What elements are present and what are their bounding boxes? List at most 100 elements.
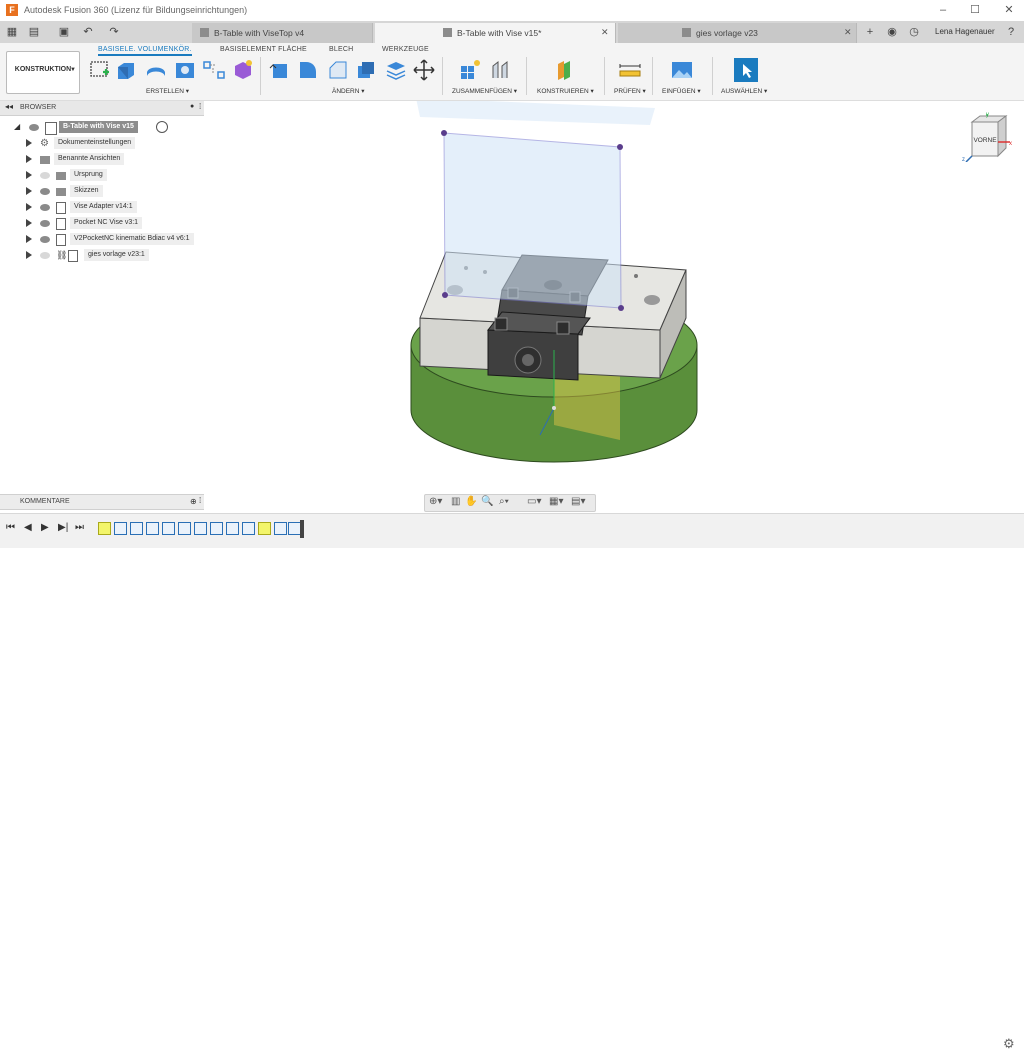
- expand-arrow-icon[interactable]: [26, 203, 32, 211]
- timeline-feature[interactable]: [242, 522, 255, 535]
- group-modify-label[interactable]: ÄNDERN ▾: [332, 87, 365, 95]
- plane-corner-point[interactable]: [442, 292, 448, 298]
- browser-item[interactable]: Pocket NC Vise v3:1: [26, 217, 204, 231]
- look-at-icon[interactable]: ▥: [451, 496, 460, 507]
- measure-icon[interactable]: [618, 58, 642, 82]
- browser-item[interactable]: Ursprung: [26, 169, 204, 183]
- timeline-feature[interactable]: [258, 522, 271, 535]
- visibility-eye-icon[interactable]: [40, 204, 50, 211]
- add-comment-icon[interactable]: ⊕: [190, 497, 197, 506]
- browser-header[interactable]: ◂◂ BROWSER ● ⁞: [0, 101, 204, 116]
- display-settings-icon[interactable]: ▭▾: [527, 496, 541, 507]
- 3d-viewport[interactable]: [205, 101, 1024, 513]
- timeline-feature[interactable]: [98, 522, 111, 535]
- undo-icon[interactable]: ↶: [80, 24, 96, 40]
- group-construct-label[interactable]: KONSTRUIEREN ▾: [537, 87, 594, 95]
- hole-icon[interactable]: [173, 58, 197, 82]
- form-icon[interactable]: [231, 58, 255, 82]
- revolve-icon[interactable]: [144, 58, 168, 82]
- maximize-button[interactable]: ☐: [960, 2, 990, 19]
- tab-sheet-metal[interactable]: BLECH: [329, 46, 353, 53]
- timeline-feature[interactable]: [162, 522, 175, 535]
- close-tab-icon[interactable]: ✕: [601, 27, 609, 38]
- insert-image-icon[interactable]: [670, 58, 694, 82]
- comments-panel-header[interactable]: KOMMENTARE ⊕ ⁞: [0, 494, 204, 510]
- sketch-plane[interactable]: [443, 132, 622, 309]
- plane-corner-point[interactable]: [617, 144, 623, 150]
- grid-menu-icon[interactable]: ▦: [4, 24, 20, 40]
- panel-handle-icon[interactable]: ⁞: [199, 102, 201, 111]
- visibility-eye-icon[interactable]: [40, 252, 50, 259]
- browser-item[interactable]: Skizzen: [26, 185, 204, 199]
- offset-plane-icon[interactable]: [554, 58, 578, 82]
- move-icon[interactable]: [412, 58, 436, 82]
- create-sketch-icon[interactable]: [88, 58, 112, 82]
- play-icon[interactable]: ▶: [41, 522, 49, 533]
- browser-item[interactable]: Benannte Ansichten: [26, 153, 204, 167]
- group-inspect-label[interactable]: PRÜFEN ▾: [614, 87, 646, 95]
- expand-arrow-icon[interactable]: [26, 139, 32, 147]
- new-component-icon[interactable]: [458, 58, 482, 82]
- expand-arrow-icon[interactable]: [26, 235, 32, 243]
- timeline-feature[interactable]: [130, 522, 143, 535]
- group-select-label[interactable]: AUSWÄHLEN ▾: [721, 87, 767, 95]
- expand-arrow-icon[interactable]: [26, 171, 32, 179]
- activate-radio-icon[interactable]: [156, 121, 168, 133]
- group-create-label[interactable]: ERSTELLEN ▾: [146, 87, 189, 95]
- panel-handle-icon[interactable]: ⁞: [199, 496, 201, 505]
- visibility-eye-icon[interactable]: [40, 172, 50, 179]
- minimize-button[interactable]: –: [928, 2, 958, 19]
- zoom-icon[interactable]: 🔍: [481, 496, 493, 507]
- expand-arrow-icon[interactable]: [26, 251, 32, 259]
- step-forward-icon[interactable]: ▶|: [58, 522, 68, 533]
- browser-item[interactable]: Vise Adapter v14:1: [26, 201, 204, 215]
- browser-item[interactable]: ⛓ gies vorlage v23:1: [26, 249, 204, 263]
- tab-surface[interactable]: BASISELEMENT FLÄCHE: [220, 46, 307, 53]
- timeline-feature[interactable]: [114, 522, 127, 535]
- redo-icon[interactable]: ↷: [106, 24, 122, 40]
- combine-icon[interactable]: [384, 58, 408, 82]
- collapse-icon[interactable]: ◂◂: [5, 102, 13, 111]
- timeline-feature[interactable]: [194, 522, 207, 535]
- doc-tab-vise-top[interactable]: B-Table with ViseTop v4: [192, 23, 373, 43]
- step-back-icon[interactable]: ◀: [24, 522, 32, 533]
- job-status-icon[interactable]: ◷: [906, 24, 922, 40]
- tab-solid[interactable]: BASISELE. VOLUMENKÖR.: [98, 46, 192, 56]
- extrude-icon[interactable]: [114, 58, 138, 82]
- timeline-marker[interactable]: [300, 520, 304, 538]
- doc-tab-gies[interactable]: gies vorlage v23 ✕: [618, 23, 857, 43]
- pin-icon[interactable]: ●: [190, 103, 194, 110]
- group-assemble-label[interactable]: ZUSAMMENFÜGEN ▾: [452, 87, 517, 95]
- fit-zoom-icon[interactable]: ⌕▾: [499, 496, 509, 507]
- timeline-feature[interactable]: [210, 522, 223, 535]
- shell-icon[interactable]: [354, 58, 378, 82]
- plane-corner-point[interactable]: [441, 130, 447, 136]
- expand-arrow-icon[interactable]: [26, 187, 32, 195]
- visibility-eye-icon[interactable]: [40, 188, 50, 195]
- joint-icon[interactable]: [488, 58, 512, 82]
- extensions-icon[interactable]: ◉: [884, 24, 900, 40]
- viewports-icon[interactable]: ▤▾: [571, 496, 585, 507]
- doc-tab-vise[interactable]: B-Table with Vise v15* ✕: [375, 23, 616, 43]
- browser-root-node[interactable]: ◢ B-Table with Vise v15: [14, 121, 204, 135]
- file-menu-icon[interactable]: ▤: [26, 24, 42, 40]
- pattern-icon[interactable]: [202, 58, 226, 82]
- go-to-end-icon[interactable]: ⏭: [75, 522, 84, 533]
- grid-settings-icon[interactable]: ▦▾: [549, 496, 563, 507]
- help-icon[interactable]: ?: [1003, 24, 1019, 40]
- visibility-eye-icon[interactable]: [29, 124, 39, 131]
- go-to-start-icon[interactable]: ⏮: [6, 522, 15, 533]
- expand-arrow-icon[interactable]: [26, 155, 32, 163]
- pan-hand-icon[interactable]: ✋: [465, 496, 477, 507]
- settings-gear-icon[interactable]: ⚙: [1003, 1036, 1015, 1052]
- timeline-feature[interactable]: [146, 522, 159, 535]
- press-pull-icon[interactable]: [268, 58, 292, 82]
- save-icon[interactable]: ▣: [56, 24, 72, 40]
- tab-tools[interactable]: WERKZEUGE: [382, 46, 429, 53]
- fillet-icon[interactable]: [296, 58, 320, 82]
- timeline-feature[interactable]: [274, 522, 287, 535]
- select-icon[interactable]: [734, 58, 758, 82]
- browser-item[interactable]: V2PocketNC kinematic Bdiac v4 v6:1: [26, 233, 204, 247]
- user-name[interactable]: Lena Hagenauer: [935, 27, 995, 36]
- visibility-eye-icon[interactable]: [40, 236, 50, 243]
